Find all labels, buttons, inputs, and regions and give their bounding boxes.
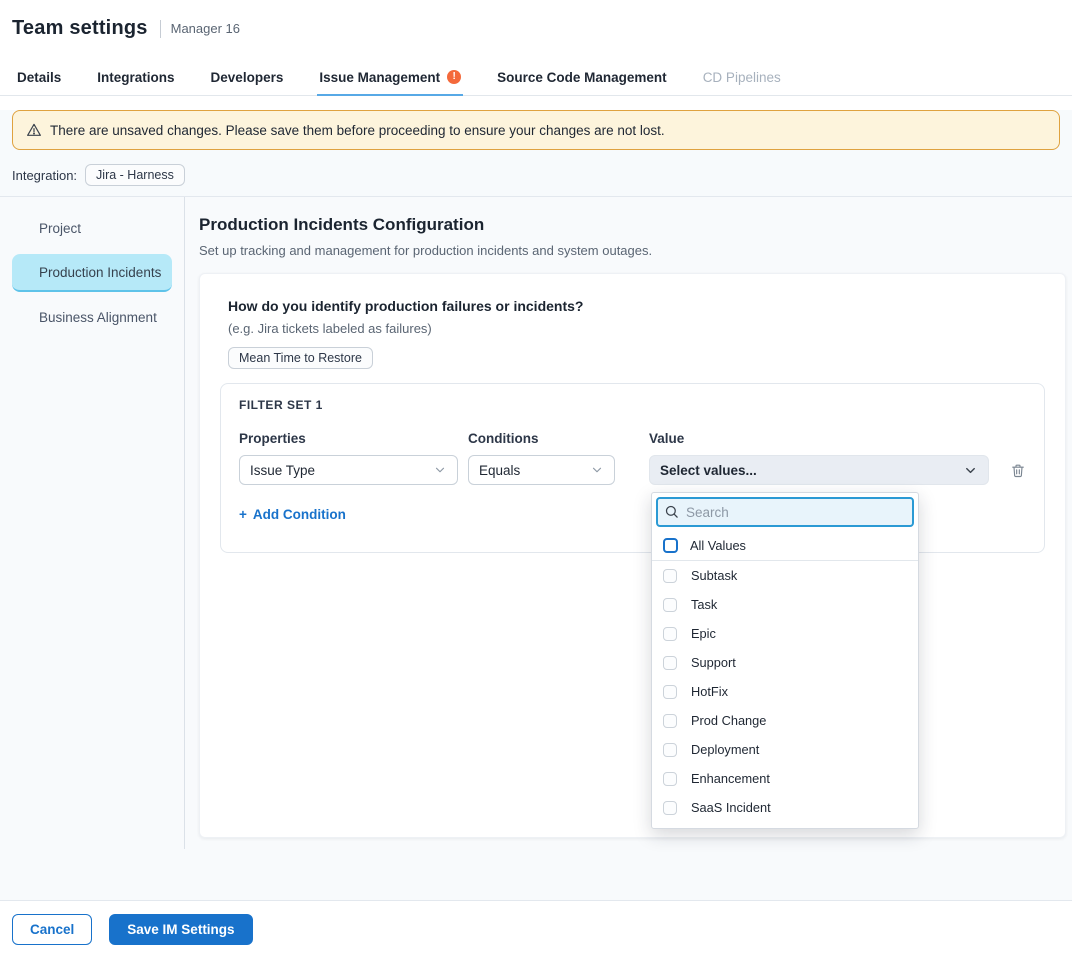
page-header: Team settings Manager 16 <box>0 0 1072 57</box>
question-title: How do you identify production failures … <box>228 298 1045 314</box>
section-subtitle: Set up tracking and management for produ… <box>199 243 1066 258</box>
chevron-down-icon <box>963 463 978 478</box>
configuration-card: How do you identify production failures … <box>199 273 1066 838</box>
delete-filter-button[interactable] <box>1010 462 1026 479</box>
property-select[interactable]: Issue Type <box>239 455 458 485</box>
unsaved-alert-badge-icon: ! <box>447 70 461 84</box>
settings-sidebar: Project Production Incidents Business Al… <box>0 197 185 849</box>
checkbox[interactable] <box>663 569 677 583</box>
metric-chip[interactable]: Mean Time to Restore <box>228 347 373 369</box>
tab-bar: Details Integrations Developers Issue Ma… <box>0 57 1072 96</box>
option-subtask[interactable]: Subtask <box>656 561 914 590</box>
chevron-down-icon <box>433 463 447 477</box>
checkbox[interactable] <box>663 685 677 699</box>
checkbox[interactable] <box>663 627 677 641</box>
question-hint: (e.g. Jira tickets labeled as failures) <box>228 321 1045 336</box>
tab-issue-management[interactable]: Issue Management ! <box>319 57 461 95</box>
cancel-button[interactable]: Cancel <box>12 914 92 945</box>
conditions-header: Conditions <box>468 431 615 446</box>
sidebar-item-production-incidents[interactable]: Production Incidents <box>12 254 172 292</box>
warning-triangle-icon <box>26 122 42 138</box>
checkbox[interactable] <box>663 656 677 670</box>
section-title: Production Incidents Configuration <box>199 215 1066 235</box>
option-prod-change[interactable]: Prod Change <box>656 706 914 735</box>
value-dropdown-panel: All Values Subtask Task Epic Support Hot… <box>651 492 919 829</box>
all-values-checkbox[interactable] <box>663 538 678 553</box>
search-icon <box>664 504 679 519</box>
option-customer-notification[interactable]: Customer Notification <box>656 822 914 829</box>
filter-set-box: FILTER SET 1 Properties Conditions Value… <box>220 383 1045 553</box>
checkbox[interactable] <box>663 772 677 786</box>
tab-integrations[interactable]: Integrations <box>97 57 174 95</box>
team-name: Manager 16 <box>171 21 240 36</box>
option-support[interactable]: Support <box>656 648 914 677</box>
add-condition-button[interactable]: + Add Condition <box>239 507 346 522</box>
value-multiselect[interactable]: Select values... <box>649 455 989 485</box>
checkbox[interactable] <box>663 598 677 612</box>
filter-column-headers: Properties Conditions Value <box>239 431 1026 446</box>
tab-cd-pipelines: CD Pipelines <box>703 57 781 95</box>
option-hotfix[interactable]: HotFix <box>656 677 914 706</box>
filter-set-title: FILTER SET 1 <box>239 398 1026 412</box>
integration-chip[interactable]: Jira - Harness <box>85 164 185 186</box>
checkbox[interactable] <box>663 714 677 728</box>
option-epic[interactable]: Epic <box>656 619 914 648</box>
page-body: There are unsaved changes. Please save t… <box>0 110 1072 900</box>
title-divider <box>160 20 161 38</box>
filter-row: Issue Type Equals <box>239 455 1026 485</box>
chevron-down-icon <box>590 463 604 477</box>
content-area: Project Production Incidents Business Al… <box>0 196 1072 900</box>
checkbox[interactable] <box>663 801 677 815</box>
unsaved-changes-banner: There are unsaved changes. Please save t… <box>12 110 1060 150</box>
main-panel: Production Incidents Configuration Set u… <box>185 197 1072 900</box>
option-task[interactable]: Task <box>656 590 914 619</box>
tab-source-code-management[interactable]: Source Code Management <box>497 57 667 95</box>
tab-developers[interactable]: Developers <box>211 57 284 95</box>
option-deployment[interactable]: Deployment <box>656 735 914 764</box>
sidebar-item-project[interactable]: Project <box>12 209 172 248</box>
value-search-input[interactable] <box>656 497 914 527</box>
footer-bar: Cancel Save IM Settings <box>0 900 1072 958</box>
banner-text: There are unsaved changes. Please save t… <box>50 123 665 138</box>
option-enhancement[interactable]: Enhancement <box>656 764 914 793</box>
properties-header: Properties <box>239 431 458 446</box>
option-all-values[interactable]: All Values <box>656 530 914 560</box>
integration-row: Integration: Jira - Harness <box>0 150 1072 196</box>
option-saas-incident[interactable]: SaaS Incident <box>656 793 914 822</box>
sidebar-item-business-alignment[interactable]: Business Alignment <box>12 298 172 337</box>
value-header: Value <box>649 431 989 446</box>
condition-select[interactable]: Equals <box>468 455 615 485</box>
question-block: How do you identify production failures … <box>220 298 1045 369</box>
plus-icon: + <box>239 507 247 522</box>
integration-label: Integration: <box>12 168 77 183</box>
checkbox[interactable] <box>663 743 677 757</box>
tab-details[interactable]: Details <box>17 57 61 95</box>
save-im-settings-button[interactable]: Save IM Settings <box>109 914 252 945</box>
page-title: Team settings <box>12 17 148 40</box>
